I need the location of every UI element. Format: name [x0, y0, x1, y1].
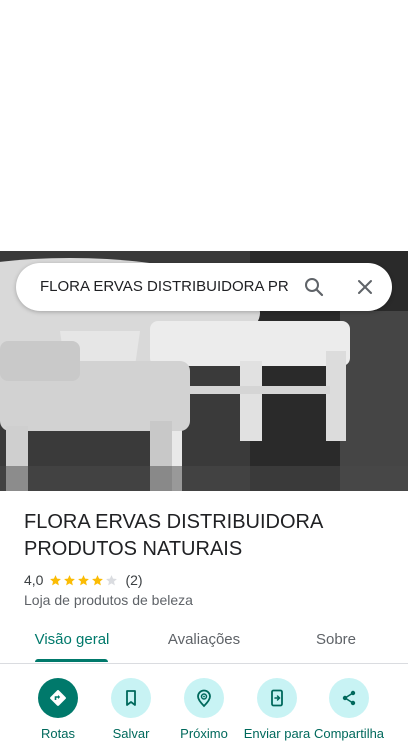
search-icon[interactable] — [302, 275, 326, 299]
place-title: FLORA ERVAS DISTRIBUIDORA PRODUTOS NATUR… — [24, 511, 323, 560]
star-filled-icon — [64, 574, 76, 585]
rating-stars — [49, 574, 119, 587]
star-filled-icon — [50, 574, 62, 585]
place-category[interactable]: Loja de produtos de beleza — [24, 592, 193, 608]
bookmark-icon — [111, 678, 151, 718]
close-icon[interactable] — [353, 275, 377, 299]
share-icon — [329, 678, 369, 718]
reviews-count[interactable]: (2) — [125, 572, 142, 588]
nearby-label: Próximo — [180, 726, 228, 741]
send-to-phone-icon — [257, 678, 297, 718]
share-button[interactable]: Compartilha — [309, 678, 389, 741]
save-label: Salvar — [112, 726, 150, 741]
search-input[interactable]: FLORA ERVAS DISTRIBUIDORA PRODUTOS NATUR… — [40, 263, 288, 311]
star-filled-icon — [78, 574, 90, 585]
map-area — [0, 0, 408, 251]
tab-bar: Visão geral Avaliações Sobre — [0, 618, 408, 664]
action-bar: Rotas Salvar Próximo Enviar para Compart… — [0, 678, 408, 742]
send-to-phone-label: Enviar para — [243, 726, 311, 741]
search-bar[interactable]: FLORA ERVAS DISTRIBUIDORA PRODUTOS NATUR… — [16, 263, 392, 311]
star-empty-icon — [106, 574, 118, 585]
tab-reviews[interactable]: Avaliações — [152, 618, 256, 664]
share-label: Compartilha — [313, 726, 385, 741]
save-button[interactable]: Salvar — [91, 678, 171, 741]
star-filled-icon — [92, 574, 104, 585]
active-tab-indicator — [35, 659, 108, 662]
directions-icon — [38, 678, 78, 718]
directions-label: Rotas — [41, 726, 75, 741]
rating-value: 4,0 — [24, 572, 44, 588]
directions-button[interactable]: Rotas — [18, 678, 98, 741]
tab-overview[interactable]: Visão geral — [20, 618, 124, 664]
nearby-button[interactable]: Próximo — [164, 678, 244, 741]
rating-row[interactable]: 4,0 (2) — [24, 571, 143, 589]
send-to-phone-button[interactable]: Enviar para — [237, 678, 317, 741]
nearby-icon — [184, 678, 224, 718]
tab-about[interactable]: Sobre — [284, 618, 388, 664]
